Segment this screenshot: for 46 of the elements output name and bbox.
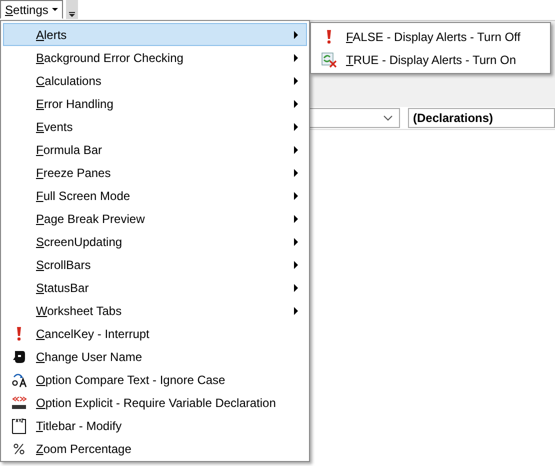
menu-item[interactable]: Error Handling [3,92,307,115]
chevron-down-icon [383,115,393,121]
menu-item[interactable]: Full Screen Mode [3,184,307,207]
refresh-cross-icon [321,52,337,68]
menu-item[interactable]: ScreenUpdating [3,230,307,253]
menu-item[interactable]: Option Explicit - Require Variable Declaration [3,391,307,414]
submenu-arrow-icon [294,146,298,154]
menu-item[interactable]: Background Error Checking [3,46,307,69]
submenu-arrow-icon [294,306,298,314]
menu-item[interactable]: FALSE - Display Alerts - Turn Off [313,25,548,48]
menu-item[interactable]: Change User Name [3,345,307,368]
submenu-arrow-icon [294,76,298,84]
submenu-arrow-icon [294,30,298,38]
menu-item[interactable]: Freeze Panes [3,161,307,184]
menu-item[interactable]: Alerts [3,23,307,46]
titlebar-icon [11,418,27,434]
submenu-arrow-icon [294,260,298,268]
menu-item[interactable]: ScrollBars [3,253,307,276]
submenu-arrow-icon [294,214,298,222]
menu-item[interactable]: Option Compare Text - Ignore Case [3,368,307,391]
submenu-arrow-icon [294,192,298,200]
menu-item[interactable]: TRUE - Display Alerts - Turn On [313,48,548,71]
user-head-icon [12,350,26,364]
menu-item[interactable]: Calculations [3,69,307,92]
menu-item[interactable]: Zoom Percentage [3,437,307,460]
declaration-icon [11,394,27,410]
menu-item[interactable]: Formula Bar [3,138,307,161]
menu-item[interactable]: StatusBar [3,276,307,299]
exclamation-icon [326,30,332,44]
submenu-arrow-icon [294,100,298,108]
submenu-arrow-icon [294,238,298,246]
case-compare-icon [11,372,27,388]
submenu-arrow-icon [294,284,298,292]
menu-item[interactable]: Events [3,115,307,138]
exclamation-icon [16,326,22,340]
menu-item[interactable]: Page Break Preview [3,207,307,230]
menu-item[interactable]: CancelKey - Interrupt [3,322,307,345]
submenu-arrow-icon [294,54,298,62]
submenu-arrow-icon [294,122,298,130]
submenu-arrow-icon [294,168,298,176]
procedure-dropdown[interactable]: (Declarations) [408,108,555,128]
menu-item[interactable]: Worksheet Tabs [3,299,307,322]
toolbar-options-icon[interactable] [66,0,78,19]
settings-menu-button[interactable]: Settings [0,0,64,19]
percent-icon [13,442,25,454]
menu-item[interactable]: Titlebar - Modify [3,414,307,437]
